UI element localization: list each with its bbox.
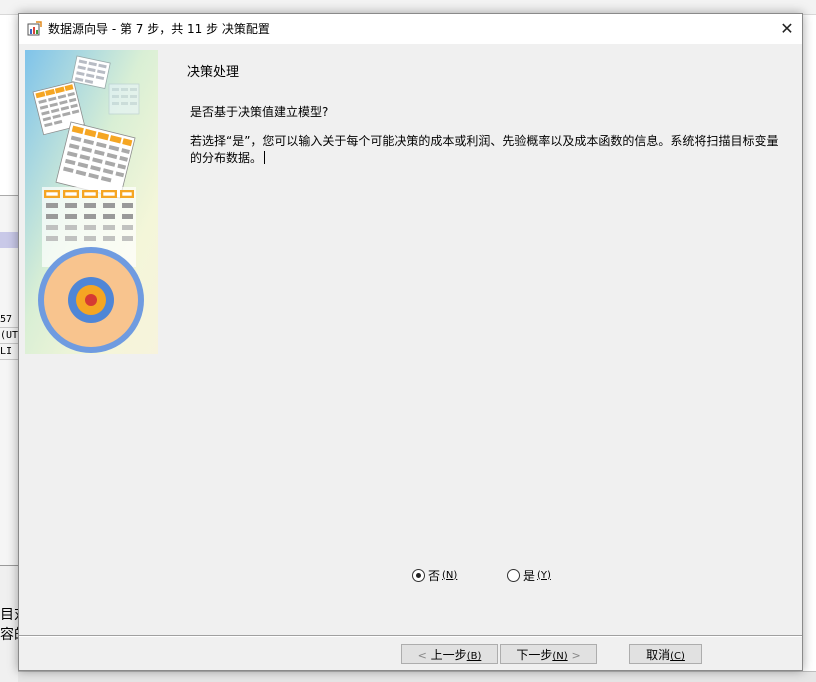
background-text: 目对: [0, 607, 18, 623]
section-title: 决策处理: [187, 65, 240, 80]
cancel-button-label: 取消: [646, 648, 671, 662]
next-button-label: 下一步: [516, 648, 553, 662]
background-grid-cell: LI: [0, 344, 18, 360]
close-icon: ✕: [780, 19, 794, 38]
window-title: 数据源向导 - 第 7 步，共 11 步 决策配置: [48, 22, 270, 36]
background-grid-cell: (UT: [0, 328, 18, 344]
background-text: 容的: [0, 627, 18, 643]
chevron-left-icon: <: [417, 649, 427, 662]
back-button[interactable]: < 上一步(B): [401, 644, 498, 664]
wizard-illustration: [25, 50, 158, 354]
cancel-button[interactable]: 取消(C): [629, 644, 702, 664]
back-button-shortcut: (B): [466, 651, 482, 662]
radio-yes-shortcut: (Y): [537, 569, 551, 581]
next-button[interactable]: 下一步(N) >: [500, 644, 597, 664]
radio-yes-label: 是: [523, 568, 536, 583]
description-text: 若选择“是”，您可以输入关于每个可能决策的成本或利润、先验概率以及成本函数的信息…: [190, 133, 780, 167]
background-grid-cell: 57: [0, 312, 18, 328]
title-bar: 数据源向导 - 第 7 步，共 11 步 决策配置 ✕: [19, 14, 802, 44]
text-caret: [264, 151, 266, 164]
background-grid-header: [0, 232, 18, 248]
radio-no-shortcut: (N): [442, 569, 458, 581]
next-button-shortcut: (N): [552, 651, 568, 662]
question-text: 是否基于决策值建立模型?: [190, 105, 329, 119]
radio-no[interactable]: 否 (N): [412, 567, 457, 583]
radio-yes[interactable]: 是 (Y): [507, 567, 551, 583]
radio-no-label: 否: [428, 568, 441, 583]
sheet-icon: [108, 83, 140, 115]
background-left-panel: [0, 195, 18, 566]
close-button[interactable]: ✕: [772, 14, 802, 44]
background-bottom-strip: [18, 671, 816, 682]
radio-no-circle[interactable]: [412, 568, 425, 582]
chevron-right-icon: >: [571, 649, 581, 662]
back-button-label: 上一步: [430, 648, 467, 662]
target-icon: [38, 247, 144, 353]
footer-separator: [19, 635, 802, 637]
description-body: 若选择“是”，您可以输入关于每个可能决策的成本或利润、先验概率以及成本函数的信息…: [190, 134, 779, 165]
data-source-wizard-dialog: 数据源向导 - 第 7 步，共 11 步 决策配置 ✕ 决策处理 是否基于决策值…: [18, 13, 803, 671]
radio-yes-circle[interactable]: [507, 568, 520, 582]
cancel-button-shortcut: (C): [670, 651, 685, 662]
wizard-app-icon: [27, 21, 42, 36]
